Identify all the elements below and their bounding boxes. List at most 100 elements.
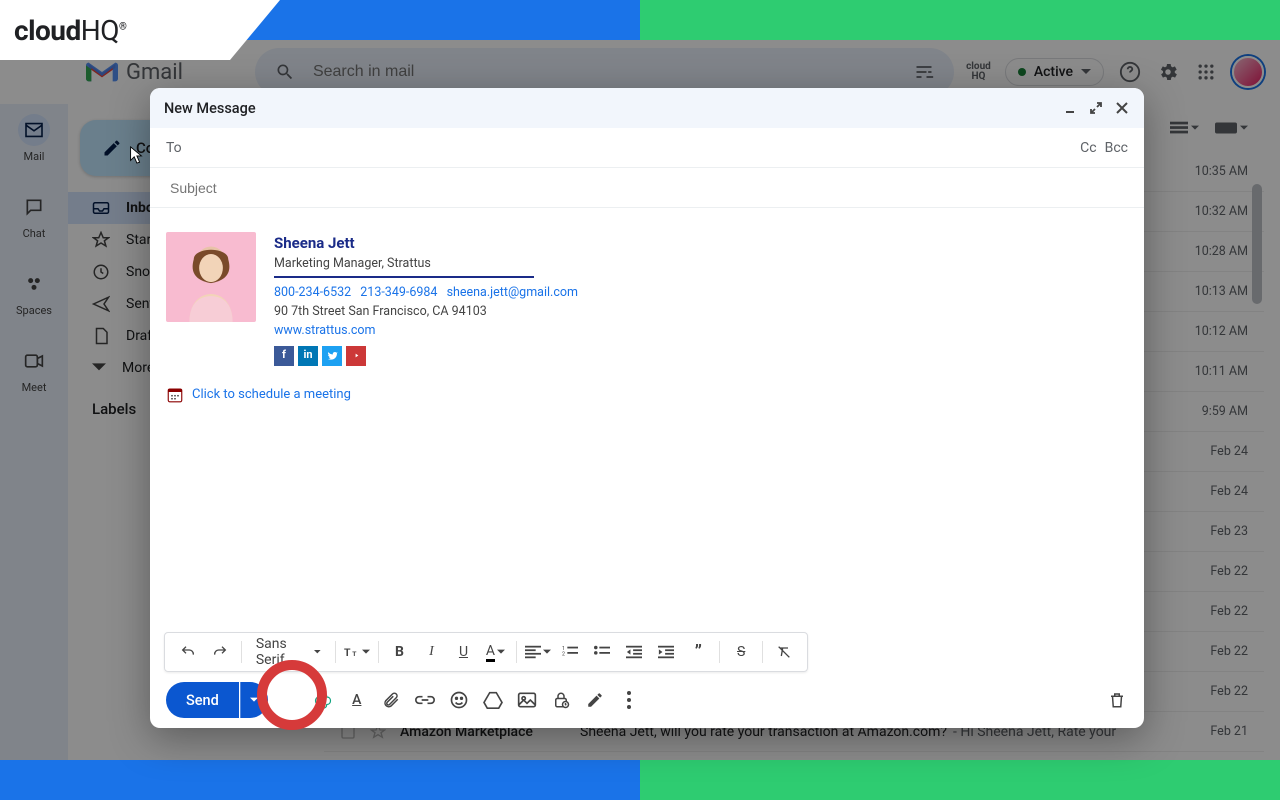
close-icon[interactable] (1114, 100, 1130, 116)
font-select[interactable]: Sans Serif (248, 637, 329, 667)
to-input[interactable] (186, 140, 1080, 156)
split-toggle[interactable] (1170, 121, 1199, 135)
attach-icon[interactable] (380, 689, 402, 711)
mail-time: Feb 22 (1210, 604, 1248, 619)
undo-icon[interactable] (173, 637, 203, 667)
mail-time: Feb 23 (1210, 524, 1248, 539)
sig-title: Marketing Manager, Strattus (274, 255, 584, 274)
redo-icon[interactable] (205, 637, 235, 667)
mail-time: 10:35 AM (1195, 164, 1248, 179)
rail-spaces[interactable]: Spaces (16, 268, 52, 317)
send-options[interactable] (240, 682, 268, 718)
facebook-icon[interactable]: f (274, 346, 294, 366)
active-label: Active (1034, 64, 1073, 80)
bullet-list-icon[interactable] (587, 637, 617, 667)
numbered-list-icon[interactable]: 12 (555, 637, 585, 667)
scrollbar-thumb[interactable] (1252, 184, 1262, 304)
mail-time: Feb 22 (1210, 644, 1248, 659)
tune-icon[interactable] (912, 60, 936, 84)
input-mode[interactable] (1215, 122, 1248, 134)
subject-input[interactable] (170, 180, 1128, 196)
indent-more-icon[interactable] (651, 637, 681, 667)
mail-time: Feb 21 (1210, 724, 1248, 739)
rail-label: Spaces (16, 304, 52, 317)
rail-label: Meet (22, 381, 47, 394)
cloudhq-mini-icon[interactable]: cloudHQ (966, 62, 991, 82)
mail-time: Feb 22 (1210, 684, 1248, 699)
text-color-icon[interactable]: A (480, 637, 510, 667)
underline-icon[interactable]: U (448, 637, 478, 667)
spaces-icon (18, 268, 50, 300)
sig-phone2[interactable]: 213-349-6984 (360, 285, 437, 300)
file-icon (92, 327, 110, 345)
signature-icon[interactable] (584, 689, 606, 711)
bg-bottom (0, 760, 1280, 800)
settings-icon[interactable] (1156, 60, 1180, 84)
chat-icon (18, 191, 50, 223)
rail-mail[interactable]: Mail (18, 114, 50, 163)
sig-website[interactable]: www.strattus.com (274, 323, 376, 338)
search-icon (273, 60, 297, 84)
youtube-icon[interactable] (346, 346, 366, 366)
mail-time: 10:28 AM (1195, 244, 1248, 259)
linkedin-icon[interactable]: in (298, 346, 318, 366)
twitter-icon[interactable] (322, 346, 342, 366)
italic-icon[interactable]: I (416, 637, 446, 667)
schedule-meeting[interactable]: Click to schedule a meeting (166, 386, 1128, 404)
star-icon (92, 231, 110, 249)
emoji-icon[interactable] (448, 689, 470, 711)
discard-icon[interactable] (1106, 689, 1128, 711)
cloudhq-text2: HQ (81, 14, 119, 47)
to-field[interactable]: To Cc Bcc (150, 128, 1144, 168)
registered-mark: ® (119, 21, 126, 32)
mail-time: 10:32 AM (1195, 204, 1248, 219)
mail-icon (18, 114, 50, 146)
cc-button[interactable]: Cc (1080, 140, 1096, 156)
font-size-icon[interactable]: TT (342, 637, 372, 667)
confidential-icon[interactable] (550, 689, 572, 711)
sig-phone1[interactable]: 800-234-6532 (274, 285, 351, 300)
compose-title-text: New Message (164, 100, 256, 117)
drive-icon[interactable] (482, 689, 504, 711)
active-status[interactable]: Active (1005, 58, 1104, 86)
strikethrough-icon[interactable]: S (726, 637, 756, 667)
bcc-button[interactable]: Bcc (1105, 140, 1128, 156)
gmail-logo[interactable]: Gmail (86, 60, 183, 85)
rail-chat[interactable]: Chat (18, 191, 50, 240)
svg-text:T: T (344, 646, 351, 659)
apps-icon[interactable] (1194, 60, 1218, 84)
send-button[interactable]: Send (166, 682, 239, 718)
send-icon (92, 295, 110, 313)
more-icon[interactable] (618, 689, 640, 711)
meet-icon (18, 345, 50, 377)
sig-name: Sheena Jett (274, 232, 584, 255)
align-icon[interactable] (523, 637, 553, 667)
clear-format-icon[interactable] (769, 637, 799, 667)
indent-less-icon[interactable] (619, 637, 649, 667)
compose-window: New Message To Cc Bcc Sheena Jett Market… (150, 88, 1144, 728)
bold-icon[interactable]: B (384, 637, 414, 667)
mail-time: 10:13 AM (1195, 284, 1248, 299)
sig-divider (274, 276, 534, 278)
chevron-down-icon (92, 361, 106, 375)
quote-icon[interactable]: ” (683, 637, 713, 667)
link-icon[interactable] (414, 689, 436, 711)
meeting-link[interactable]: Click to schedule a meeting (192, 387, 351, 402)
search-input[interactable] (313, 63, 896, 81)
compose-body[interactable]: Sheena Jett Marketing Manager, Strattus … (150, 208, 1144, 624)
ai-icon[interactable] (312, 689, 334, 711)
chevron-down-icon (1081, 67, 1091, 77)
fullscreen-icon[interactable] (1088, 100, 1104, 116)
user-avatar[interactable] (1232, 56, 1264, 88)
compose-titlebar[interactable]: New Message (150, 88, 1144, 128)
cloudhq-text1: cloud (14, 14, 81, 47)
format-toggle-icon[interactable]: A (346, 689, 368, 711)
rail-meet[interactable]: Meet (18, 345, 50, 394)
image-icon[interactable] (516, 689, 538, 711)
subject-field[interactable] (150, 168, 1144, 208)
help-icon[interactable] (1118, 60, 1142, 84)
to-label: To (166, 140, 182, 156)
minimize-icon[interactable] (1062, 100, 1078, 116)
gmail-icon (86, 60, 118, 84)
sig-email[interactable]: sheena.jett@gmail.com (447, 285, 578, 300)
